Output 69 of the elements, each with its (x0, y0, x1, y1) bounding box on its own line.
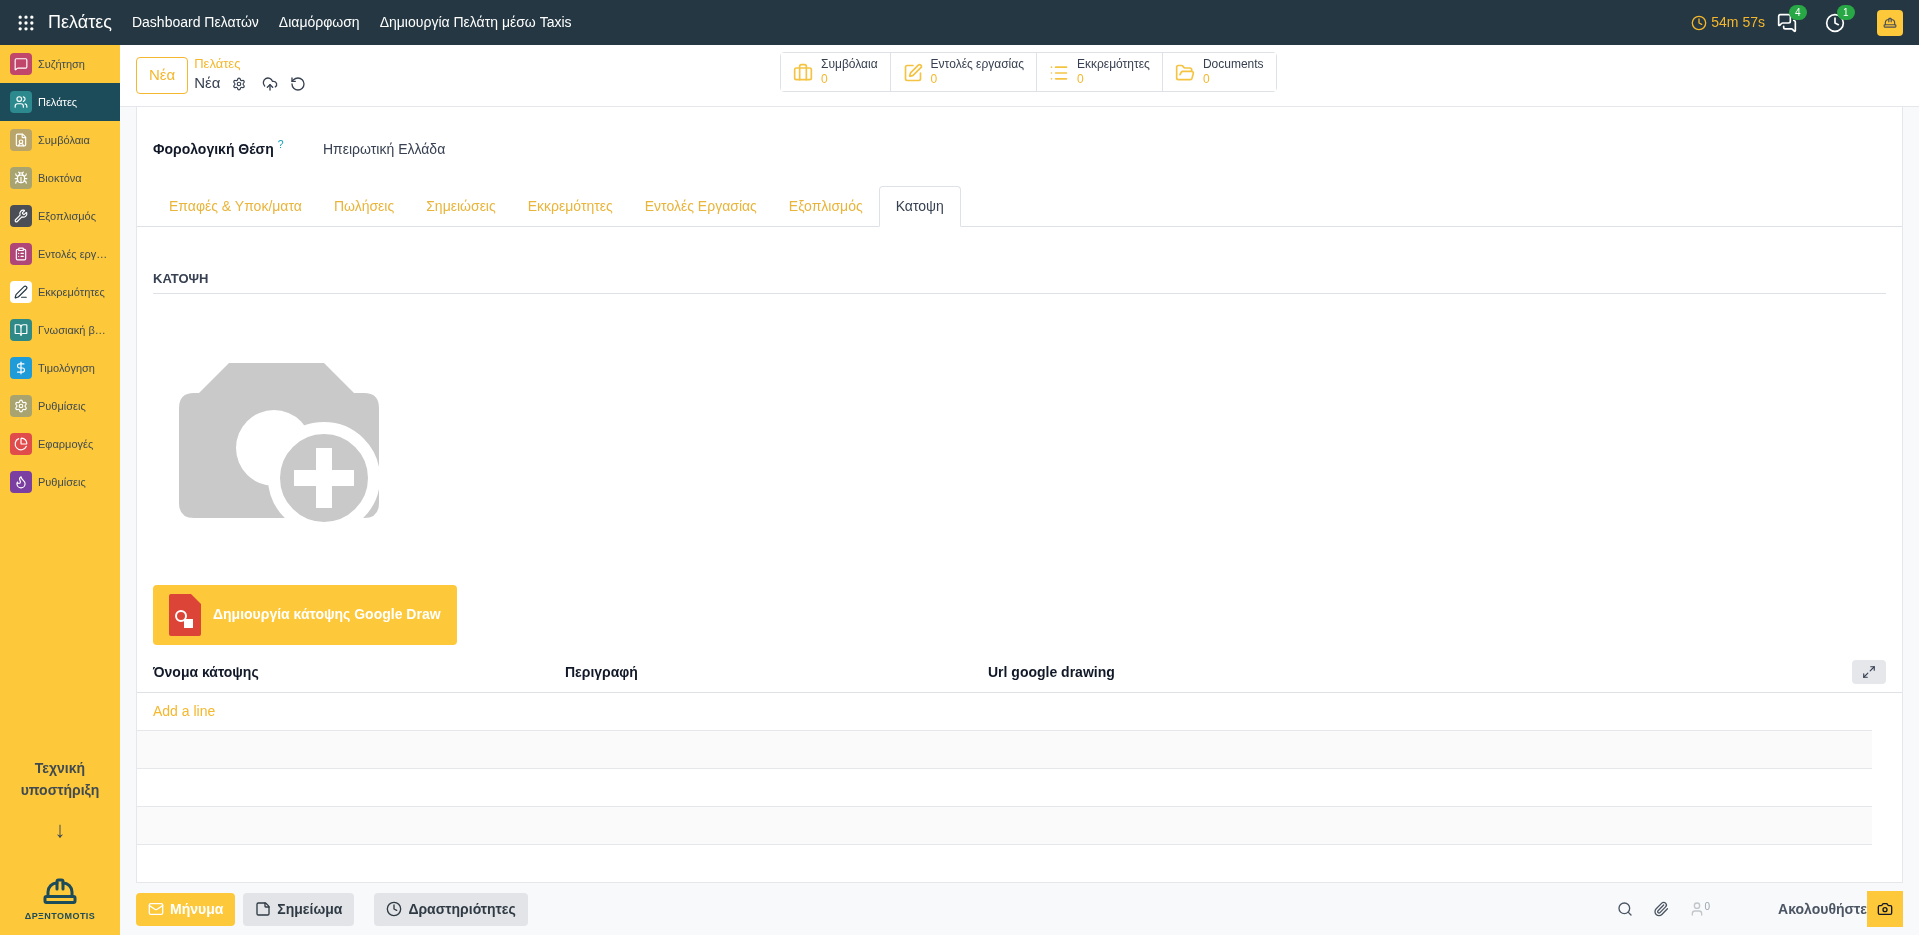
chat-icon[interactable] (1777, 12, 1797, 33)
sidebar-item[interactable]: Τιμολόγηση (0, 349, 120, 387)
activity-count-badge: 1 (1837, 4, 1855, 20)
app-icon (10, 167, 32, 189)
save-icon[interactable] (262, 75, 279, 92)
sidebar-item[interactable]: Εφαρμογές (0, 425, 120, 463)
expand-button[interactable] (1852, 660, 1886, 684)
menu-item[interactable]: Dashboard Πελατών (131, 12, 259, 33)
app-icon (10, 319, 32, 341)
app-name[interactable]: Πελάτες (48, 9, 112, 36)
follow-button[interactable]: Ακολουθήστε (1778, 898, 1867, 920)
edit-icon (902, 63, 923, 83)
envelope-icon (148, 901, 164, 917)
list-icon (1049, 63, 1069, 83)
chatter-button[interactable]: Δραστηριότητες (374, 892, 528, 926)
clock-icon (386, 901, 403, 917)
sidebar-item[interactable]: Εντολές εργ… (0, 235, 120, 273)
sidebar-item[interactable]: Εξοπλισμός (0, 197, 120, 235)
menu-item[interactable]: Διαμόρφωση (278, 12, 360, 33)
record-name: Νέα (194, 73, 221, 94)
tab[interactable]: Κατοψη (878, 186, 961, 227)
followers-count: 0 (1704, 901, 1711, 913)
note-icon (255, 901, 272, 917)
hard-hat-icon (1883, 15, 1897, 30)
search-icon[interactable] (1616, 901, 1633, 917)
folder-icon (1174, 63, 1195, 83)
sidebar-item[interactable]: Ρυθμίσεις (0, 463, 120, 501)
app-icon (10, 129, 32, 151)
sidebar-item[interactable]: Εκκρεμότητες (0, 273, 120, 311)
field-value: Ηπειρωτική Ελλάδα (323, 139, 446, 159)
menu-item[interactable]: Δημιουργία Πελάτη μέσω Taxis (379, 12, 572, 33)
paperclip-icon[interactable] (1652, 901, 1669, 917)
app-icon (10, 357, 32, 379)
sidebar-item[interactable]: Βιοκτόνα (0, 159, 120, 197)
section-title: ΚΑΤΟΨΗ (153, 269, 1886, 294)
column-header[interactable]: Περιγραφή (565, 661, 988, 683)
expand-icon (1862, 665, 1876, 679)
app-icon (10, 395, 32, 417)
app-icon (10, 471, 32, 493)
column-header[interactable]: Url google drawing (988, 661, 1411, 683)
user-avatar[interactable] (1877, 9, 1903, 36)
sidebar-item[interactable]: Συζήτηση (0, 45, 120, 83)
column-header[interactable]: Όνομα κάτοψης (153, 661, 565, 683)
camera-widget[interactable] (1867, 891, 1903, 927)
support-label: Τεχνική υποστήριξη (19, 758, 101, 800)
app-icon (10, 281, 32, 303)
app-icon (10, 433, 32, 455)
smart-button[interactable]: Συμβόλαια 0 (781, 53, 891, 91)
drawing-document-icon (169, 593, 201, 636)
field-label: Φορολογική Θέση $^{?}$ (153, 138, 285, 159)
sidebar-item[interactable]: Ρυθμίσεις (0, 387, 120, 425)
app-icon (10, 91, 32, 113)
app-icon (10, 243, 32, 265)
sidebar-item[interactable]: Συμβόλαια (0, 121, 120, 159)
sidebar-item[interactable]: Πελάτες (0, 83, 120, 121)
timer-icon (1691, 14, 1708, 31)
briefcase-icon (793, 63, 813, 83)
chat-count-badge: 4 (1789, 4, 1807, 20)
camera-icon (1877, 901, 1893, 917)
chatter-button[interactable]: Σημείωμα (243, 892, 355, 926)
sidebar-item[interactable]: Γνωσιακή β… (0, 311, 120, 349)
discard-icon[interactable] (290, 75, 307, 92)
down-arrow: ↓ (54, 815, 66, 844)
logo-text: ΔΡΞΝΤΟΜOTIS (24, 909, 96, 923)
timer: 54m 57s (1711, 13, 1765, 32)
settings-icon[interactable] (232, 76, 247, 91)
activity-icon[interactable] (1825, 12, 1845, 33)
app-icon (10, 205, 32, 227)
app-icon (10, 53, 32, 75)
